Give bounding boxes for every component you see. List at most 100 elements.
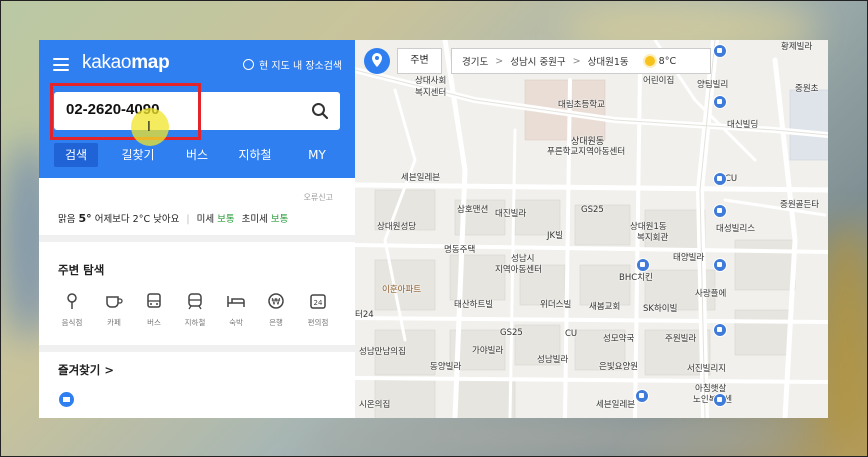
sun-icon bbox=[644, 56, 655, 66]
weather-info: 맑음 5° 어제보다 2°C 낮아요 | 미세 보통 초미세 보통 bbox=[58, 212, 289, 225]
nearby-button[interactable]: 주변 bbox=[397, 48, 442, 74]
map-label[interactable]: SK하이빌 bbox=[643, 302, 677, 314]
bus-stop-icon[interactable] bbox=[713, 323, 727, 337]
map-label[interactable]: 대신빌딩 bbox=[727, 118, 758, 130]
map-label[interactable]: 황제빌라 bbox=[781, 40, 812, 52]
map-label[interactable]: 태산하트빌 bbox=[454, 298, 493, 310]
bus-stop-icon[interactable] bbox=[713, 204, 727, 218]
nav-tabs: 검색 길찾기 버스 지하철 MY bbox=[39, 143, 355, 168]
bus-icon bbox=[141, 288, 167, 314]
category-restaurant[interactable]: 음식점 bbox=[55, 288, 89, 328]
map-label[interactable]: 새봄교회 bbox=[589, 300, 620, 312]
category-convenience-store[interactable]: 24 편의점 bbox=[301, 288, 335, 328]
map-label[interactable]: 성남빌라 bbox=[537, 353, 568, 365]
tab-subway[interactable]: 지하철 bbox=[231, 143, 279, 167]
svg-text:24: 24 bbox=[314, 299, 323, 307]
map-label[interactable]: 서진빌리지 bbox=[687, 362, 726, 374]
section-divider bbox=[39, 235, 355, 242]
favorites-title[interactable]: 즐겨찾기 > bbox=[58, 362, 114, 378]
map-label[interactable]: 대림초등학교 bbox=[558, 98, 605, 110]
map-label[interactable]: 명동주택 bbox=[444, 243, 475, 255]
map-label[interactable]: 중원초 bbox=[795, 82, 818, 94]
bus-stop-icon[interactable] bbox=[635, 389, 649, 403]
section-divider bbox=[39, 345, 355, 352]
map-label[interactable]: 상대사회 bbox=[415, 74, 446, 86]
map-label[interactable]: 복지센터 bbox=[415, 86, 446, 98]
map-label[interactable]: 세븐일레븐 bbox=[596, 398, 635, 410]
map-label[interactable]: 대성빌리스 bbox=[716, 222, 755, 234]
location-pin-button[interactable] bbox=[364, 48, 390, 74]
breadcrumb-item[interactable]: 성남시 중원구 bbox=[510, 54, 565, 68]
hamburger-menu-icon[interactable] bbox=[53, 58, 69, 71]
category-bus[interactable]: 버스 bbox=[137, 288, 171, 328]
map-label[interactable]: 동양빌라 bbox=[430, 360, 461, 372]
weather-condition: 맑음 bbox=[58, 214, 76, 225]
tab-search[interactable]: 검색 bbox=[54, 143, 98, 167]
map-label[interactable]: 복지회관 bbox=[637, 231, 668, 243]
fine-dust-value: 보통 bbox=[217, 214, 235, 225]
map-label[interactable]: 양팀빌리 bbox=[697, 78, 728, 90]
category-label: 음식점 bbox=[61, 318, 83, 327]
map-label[interactable]: 대진빌라 bbox=[495, 207, 526, 219]
bus-stop-icon[interactable] bbox=[713, 95, 727, 109]
category-label: 편의점 bbox=[307, 318, 329, 327]
search-icon[interactable] bbox=[310, 101, 330, 121]
map-label[interactable]: 세븐일레븐 bbox=[401, 171, 440, 183]
convenience-store-icon: 24 bbox=[305, 288, 331, 314]
map-temperature: 8°C bbox=[658, 55, 677, 67]
bus-stop-icon[interactable] bbox=[713, 393, 727, 407]
svg-text:₩: ₩ bbox=[272, 298, 281, 308]
bus-stop-icon[interactable] bbox=[636, 258, 650, 272]
subway-icon bbox=[182, 288, 208, 314]
map-view[interactable]: 주변 경기도 > 성남시 중원구 > 상대원1동 8°C 상대사회 복지센터 대… bbox=[355, 40, 828, 418]
map-label[interactable]: 상대원성당 bbox=[377, 220, 416, 232]
tab-directions[interactable]: 길찾기 bbox=[112, 143, 164, 167]
map-label[interactable]: 성남만남의집 bbox=[359, 345, 406, 357]
map-label[interactable]: GS25 bbox=[500, 328, 523, 338]
map-label[interactable]: CU bbox=[565, 329, 577, 339]
map-label[interactable]: 터24 bbox=[355, 308, 374, 320]
report-error-link[interactable]: 오류신고 bbox=[304, 192, 333, 203]
radio-icon[interactable] bbox=[243, 59, 254, 70]
weather-compare: 어제보다 2°C 낮아요 bbox=[94, 214, 180, 225]
map-label[interactable]: 푸른학교지역아동센터 bbox=[547, 145, 625, 157]
map-label[interactable]: 이훈아파트 bbox=[382, 283, 421, 295]
map-label[interactable]: JK빌 bbox=[547, 229, 563, 241]
map-label[interactable]: 주원빌라 bbox=[665, 332, 696, 344]
tab-bus[interactable]: 버스 bbox=[177, 143, 217, 167]
chevron-right-icon: > bbox=[572, 55, 581, 67]
map-label[interactable]: 은빛요양원 bbox=[599, 360, 638, 372]
fine-dust-label: 미세 bbox=[196, 214, 215, 225]
region-search-toggle[interactable]: 현 지도 내 장소검색 bbox=[243, 57, 342, 72]
text-cursor-icon: I bbox=[147, 120, 151, 135]
map-label[interactable]: 위더스빌 bbox=[540, 298, 571, 310]
map-label[interactable]: 태양빌라 bbox=[673, 251, 704, 263]
category-lodging[interactable]: 숙박 bbox=[219, 288, 253, 328]
map-label[interactable]: BHC치킨 bbox=[619, 271, 653, 283]
map-label[interactable]: 가야빌라 bbox=[472, 344, 503, 356]
category-bank[interactable]: ₩ 은행 bbox=[259, 288, 293, 328]
map-label[interactable]: 어린이집 bbox=[643, 74, 674, 86]
map-label[interactable]: 시온의집 bbox=[359, 398, 390, 410]
map-label[interactable]: 사랑플에 bbox=[695, 287, 726, 299]
home-icon[interactable] bbox=[59, 392, 74, 407]
breadcrumb-item[interactable]: 경기도 bbox=[462, 54, 488, 68]
kakaomap-logo[interactable]: kakaomap bbox=[82, 52, 170, 74]
map-label[interactable]: 지역아동센터 bbox=[495, 263, 542, 275]
map-label[interactable]: 중원골든타 bbox=[780, 198, 819, 210]
map-label[interactable]: GS25 bbox=[581, 205, 604, 215]
category-cafe[interactable]: 카페 bbox=[97, 288, 131, 328]
side-panel: kakaomap 현 지도 내 장소검색 02-2620-4090 검색 길찾기… bbox=[39, 40, 355, 418]
bus-stop-icon[interactable] bbox=[713, 44, 727, 58]
category-label: 버스 bbox=[147, 318, 161, 327]
category-subway[interactable]: 지하철 bbox=[178, 288, 212, 328]
map-label[interactable]: 성모약국 bbox=[603, 332, 634, 344]
breadcrumb-item[interactable]: 상대원1동 bbox=[588, 54, 629, 68]
map-label[interactable]: 삼호맨션 bbox=[457, 203, 488, 215]
ultra-fine-dust-label: 초미세 bbox=[241, 214, 268, 225]
weather-temp: 5° bbox=[78, 212, 92, 225]
tab-my[interactable]: MY bbox=[299, 143, 335, 167]
restaurant-icon bbox=[59, 288, 85, 314]
bus-stop-icon[interactable] bbox=[713, 172, 727, 186]
bus-stop-icon[interactable] bbox=[713, 258, 727, 272]
